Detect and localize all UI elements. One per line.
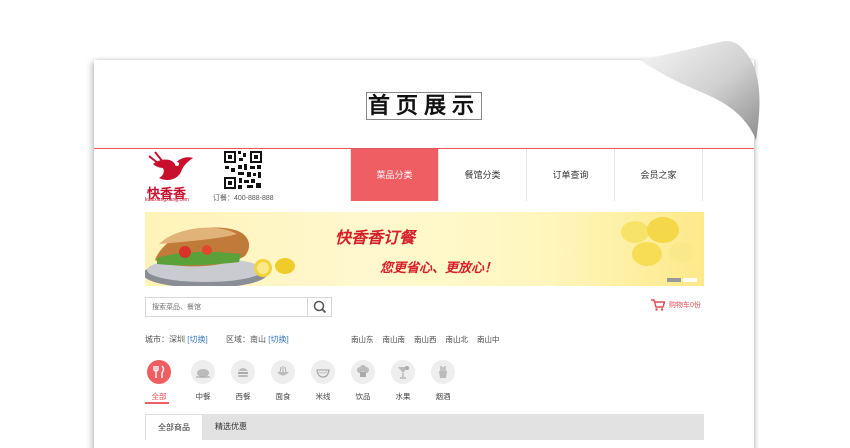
sub-area-link[interactable]: 南山西 <box>414 334 437 345</box>
active-category-indicator <box>145 402 169 404</box>
rice-noodle-bowl-icon <box>311 360 335 384</box>
search-button[interactable] <box>307 298 331 316</box>
sub-area-list: 南山东 南山南 南山西 南山北 南山中 <box>351 334 500 345</box>
tab-all-products[interactable]: 全部商品 <box>145 414 203 440</box>
roast-chicken-icon <box>191 360 215 384</box>
sub-area-link[interactable]: 南山南 <box>383 334 406 345</box>
page-curl-icon <box>640 41 760 150</box>
noodle-bowl-icon <box>271 360 295 384</box>
category-rice-noodles[interactable]: 米线 <box>303 360 343 402</box>
area-switch-link[interactable]: [切换] <box>268 335 288 344</box>
nav-item-restaurants[interactable]: 餐馆分类 <box>439 149 527 201</box>
banner-headline: 快香香订餐 <box>335 228 416 247</box>
logo-domain: kuaixiangxiang.com <box>145 197 189 203</box>
nav-item-dishes[interactable]: 菜品分类 <box>351 149 439 201</box>
banner-pager[interactable] <box>667 278 697 282</box>
lemon-image <box>621 217 693 266</box>
cocktail-icon <box>391 360 415 384</box>
main-nav: 菜品分类 餐馆分类 订单查询 会员之家 <box>350 149 703 201</box>
fork-knife-icon <box>147 360 171 384</box>
city-filter: 城市：深圳 [切换] <box>145 334 208 345</box>
sub-area-link[interactable]: 南山北 <box>446 334 469 345</box>
sub-area-link[interactable]: 南山中 <box>477 334 500 345</box>
banner-dot-1[interactable] <box>667 278 681 282</box>
search-input[interactable] <box>146 298 308 316</box>
area-label: 区域：南山 <box>226 335 266 344</box>
sandwich-food-image <box>145 227 295 286</box>
category-drinks[interactable]: 饮品 <box>343 360 383 402</box>
burger-icon <box>231 360 255 384</box>
category-all[interactable]: 全部 <box>145 360 173 402</box>
nav-item-orders[interactable]: 订单查询 <box>527 149 615 201</box>
city-switch-link[interactable]: [切换] <box>187 335 207 344</box>
product-tabs: 全部商品 精选优惠 <box>145 414 704 440</box>
promo-banner[interactable]: 快香香订餐 您更省心、更放心！ <box>145 212 704 286</box>
cart-link[interactable]: 购物车0份 <box>651 299 701 311</box>
search-box <box>145 297 332 317</box>
page-title: 首页展示 <box>366 92 482 120</box>
category-bar: 全部 中餐 西餐 面食 米线 饮品 水果 烟酒 <box>145 360 463 402</box>
tab-featured-deals[interactable]: 精选优惠 <box>203 414 259 440</box>
chef-hat-icon <box>351 360 375 384</box>
category-western[interactable]: 西餐 <box>223 360 263 402</box>
city-label: 城市：深圳 <box>145 335 185 344</box>
category-fruit[interactable]: 水果 <box>383 360 423 402</box>
banner-slogan: 您更省心、更放心！ <box>380 261 498 276</box>
sub-area-link[interactable]: 南山东 <box>351 334 374 345</box>
area-filter: 区域：南山 [切换] <box>226 334 289 345</box>
category-tobacco-alcohol[interactable]: 烟酒 <box>423 360 463 402</box>
fries-icon <box>431 360 455 384</box>
cart-label: 购物车0份 <box>669 302 701 309</box>
category-chinese[interactable]: 中餐 <box>183 360 223 402</box>
qr-code-icon <box>223 150 263 190</box>
nav-item-members[interactable]: 会员之家 <box>615 149 703 201</box>
order-phone: 订餐：400-888-888 <box>213 195 274 202</box>
category-noodles[interactable]: 面食 <box>263 360 303 402</box>
shopping-cart-icon <box>651 299 665 311</box>
search-icon <box>313 300 327 314</box>
banner-dot-2[interactable] <box>683 278 697 282</box>
